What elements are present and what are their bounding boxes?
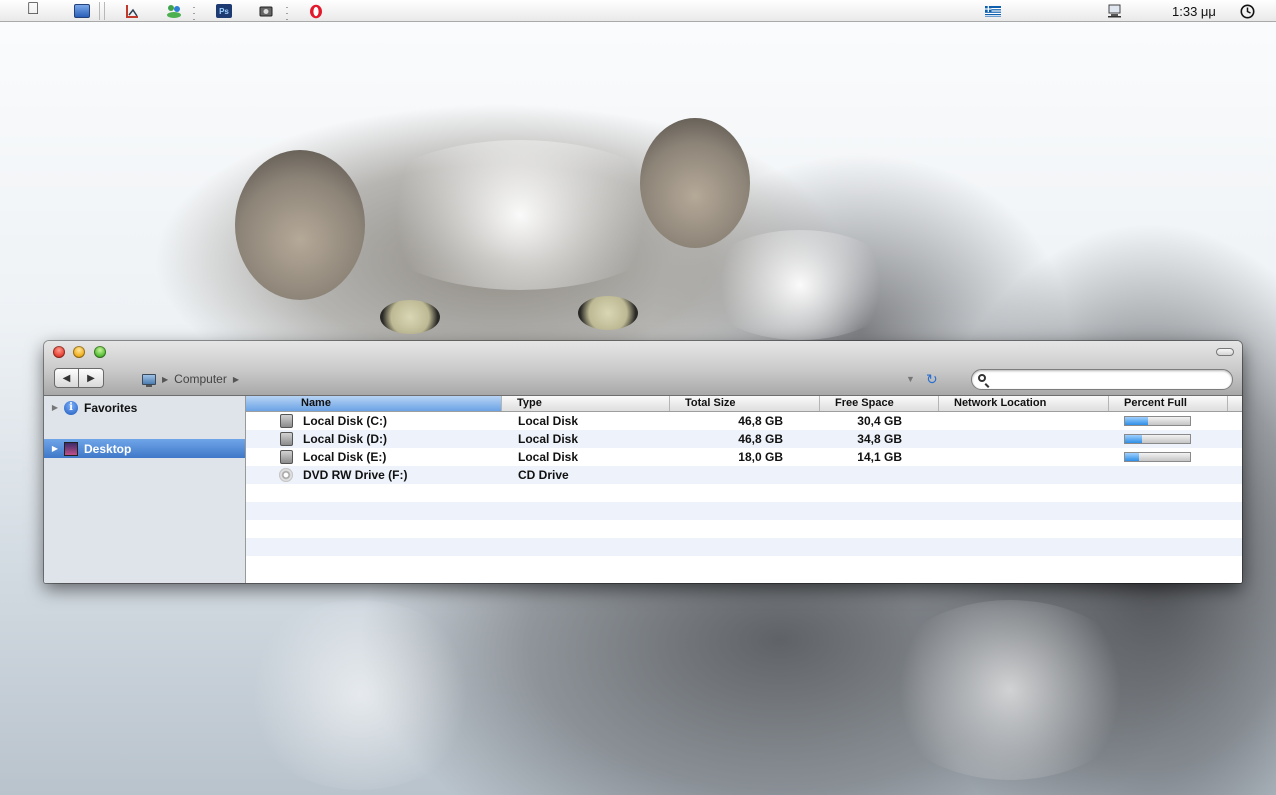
drive-free-space: 14,1 GB bbox=[857, 450, 902, 464]
drive-name: DVD RW Drive (F:) bbox=[303, 468, 408, 482]
hard-disk-icon bbox=[280, 432, 293, 446]
flag-icon[interactable] bbox=[985, 3, 1001, 19]
time-machine-icon[interactable] bbox=[1239, 3, 1255, 19]
search-input[interactable] bbox=[994, 372, 1228, 389]
drive-type: Local Disk bbox=[518, 450, 579, 464]
search-icon bbox=[978, 374, 986, 382]
file-list: Name Type Total Size Free Space Network … bbox=[246, 396, 1242, 583]
menu-clock[interactable]: 1:33 μμ bbox=[1172, 4, 1216, 19]
empty-row bbox=[246, 484, 1242, 502]
sidebar-item-desktop[interactable]: ▶ Desktop bbox=[44, 439, 245, 458]
empty-row bbox=[246, 556, 1242, 574]
drive-type: Local Disk bbox=[518, 414, 579, 428]
drive-type: CD Drive bbox=[518, 468, 569, 482]
desktop-icon bbox=[64, 441, 78, 456]
percent-full-bar bbox=[1124, 452, 1191, 462]
drive-total-size: 18,0 GB bbox=[738, 450, 783, 464]
table-row[interactable]: Local Disk (C:) Local Disk 46,8 GB 30,4 … bbox=[246, 412, 1242, 430]
toolbar-toggle-button[interactable] bbox=[1216, 348, 1234, 356]
search-field[interactable] bbox=[971, 369, 1233, 390]
breadcrumb-separator-icon: ▶ bbox=[162, 374, 169, 384]
hard-disk-icon bbox=[280, 414, 293, 428]
forward-button[interactable]: ▶ bbox=[79, 368, 104, 388]
column-type[interactable]: Type bbox=[502, 396, 670, 411]
window-toolbar: ◀ ▶ ▶ Computer ▶ ▼ ↻ bbox=[44, 341, 1242, 396]
percent-full-bar bbox=[1124, 434, 1191, 444]
drive-total-size: 46,8 GB bbox=[738, 414, 783, 428]
forward-arrow-icon: ▶ bbox=[87, 372, 95, 384]
breadcrumb: ▶ Computer ▶ bbox=[142, 372, 239, 387]
hard-disk-icon bbox=[280, 450, 293, 464]
breadcrumb-separator-icon: ▶ bbox=[232, 374, 239, 384]
finder-window: ◀ ▶ ▶ Computer ▶ ▼ ↻ ▶ i Favorites ▶ Des… bbox=[44, 341, 1242, 583]
sidebar: ▶ i Favorites ▶ Desktop bbox=[44, 396, 246, 583]
opera-icon[interactable] bbox=[308, 3, 324, 19]
computer-icon bbox=[142, 373, 156, 387]
empty-row bbox=[246, 538, 1242, 556]
zoom-button[interactable] bbox=[94, 346, 106, 358]
drive-type: Local Disk bbox=[518, 432, 579, 446]
column-free-space[interactable]: Free Space bbox=[820, 396, 939, 411]
sidebar-item-favorites[interactable]: ▶ i Favorites bbox=[44, 398, 245, 417]
disclosure-triangle-icon[interactable]: ▶ bbox=[49, 403, 61, 412]
percent-full-bar bbox=[1124, 416, 1191, 426]
info-icon: i bbox=[64, 400, 78, 415]
close-button[interactable] bbox=[53, 346, 65, 358]
dvd-drive-icon bbox=[279, 468, 293, 482]
photoshop-icon[interactable]: Ps bbox=[216, 3, 232, 19]
chevron-down-icon[interactable]: ▼ bbox=[906, 374, 915, 384]
sidebar-item-label: Favorites bbox=[84, 400, 138, 415]
chart-icon[interactable] bbox=[124, 3, 140, 19]
drive-name: Local Disk (D:) bbox=[303, 432, 388, 446]
drive-total-size bbox=[670, 466, 783, 484]
refresh-icon[interactable]: ↻ bbox=[926, 371, 938, 388]
drive-name: Local Disk (C:) bbox=[303, 414, 388, 428]
breadcrumb-location[interactable]: Computer bbox=[174, 372, 227, 386]
empty-row bbox=[246, 502, 1242, 520]
finder-icon[interactable] bbox=[74, 3, 90, 19]
menu-extra-handle[interactable]: · · · bbox=[191, 3, 197, 24]
back-button[interactable]: ◀ bbox=[54, 368, 79, 388]
messenger-icon[interactable] bbox=[166, 3, 182, 19]
back-arrow-icon: ◀ bbox=[62, 372, 71, 384]
drive-free-space bbox=[820, 466, 902, 484]
drive-free-space: 30,4 GB bbox=[857, 414, 902, 428]
column-total-size[interactable]: Total Size bbox=[670, 396, 820, 411]
table-row[interactable]: Local Disk (E:) Local Disk 18,0 GB 14,1 … bbox=[246, 448, 1242, 466]
empty-row bbox=[246, 520, 1242, 538]
menu-separator bbox=[104, 2, 105, 20]
drive-free-space: 34,8 GB bbox=[857, 432, 902, 446]
drive-total-size: 46,8 GB bbox=[738, 432, 783, 446]
drive-name: Local Disk (E:) bbox=[303, 450, 387, 464]
menu-bar:  ··· Ps ··· 1:33 μμ bbox=[0, 0, 1276, 24]
column-name[interactable]: Name bbox=[246, 396, 502, 411]
apple-icon[interactable]:  bbox=[24, 0, 42, 18]
table-row[interactable]: Local Disk (D:) Local Disk 46,8 GB 34,8 … bbox=[246, 430, 1242, 448]
minimize-button[interactable] bbox=[73, 346, 85, 358]
column-header: Name Type Total Size Free Space Network … bbox=[246, 396, 1242, 412]
column-network-location[interactable]: Network Location bbox=[939, 396, 1109, 411]
network-icon[interactable] bbox=[1106, 3, 1122, 19]
table-row[interactable]: DVD RW Drive (F:) CD Drive bbox=[246, 466, 1242, 484]
column-percent-full[interactable]: Percent Full bbox=[1109, 396, 1228, 411]
menu-separator bbox=[99, 2, 100, 20]
disclosure-triangle-icon[interactable]: ▶ bbox=[49, 444, 61, 453]
menu-extra-handle[interactable]: · · · bbox=[284, 3, 290, 24]
camera-icon[interactable] bbox=[258, 3, 274, 19]
sidebar-item-label: Desktop bbox=[84, 441, 132, 456]
